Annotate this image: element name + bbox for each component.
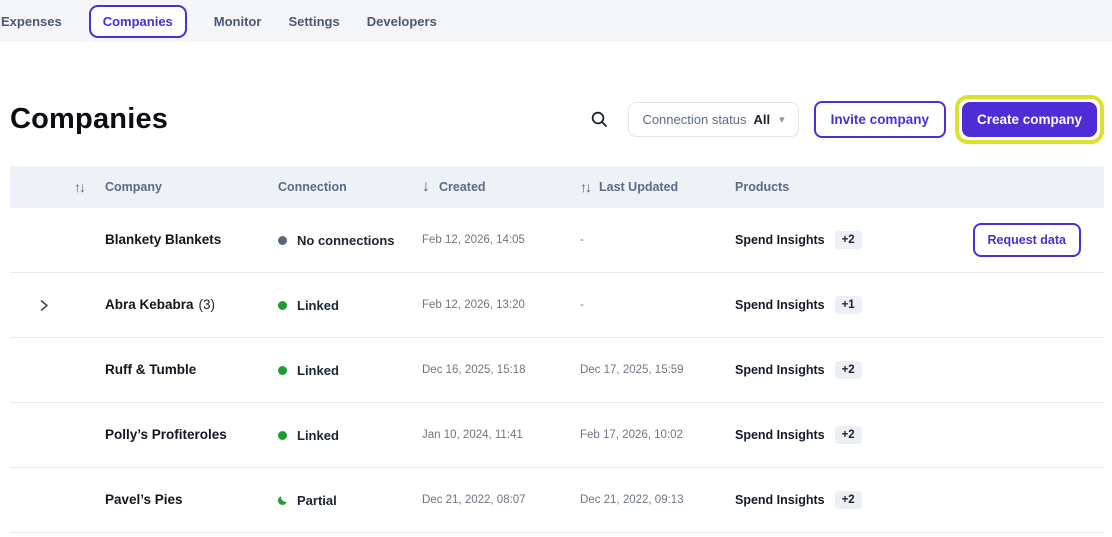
- company-cell: Ruff & Tumble: [105, 361, 278, 379]
- product-label: Spend Insights: [735, 428, 825, 442]
- product-label: Spend Insights: [735, 298, 825, 312]
- last-updated-date: -: [580, 299, 584, 311]
- page-content: Companies Connection status All ▾ Invite…: [0, 94, 1112, 533]
- sort-down-icon: ↓: [422, 178, 430, 195]
- connection-cell: Linked: [278, 298, 422, 313]
- column-header-last-updated[interactable]: ↑↓ Last Updated: [580, 179, 735, 195]
- top-nav: Expenses Companies Monitor Settings Develope…: [0, 0, 1112, 42]
- connection-status-icon: [278, 365, 287, 375]
- products-cell: Spend Insights +2: [735, 491, 925, 509]
- nav-tab-developers[interactable]: Developers: [367, 14, 437, 29]
- company-name: Blankety Blankets: [105, 232, 222, 247]
- sort-both-icon: ↑↓: [580, 179, 592, 195]
- header-controls: Connection status All ▾ Invite company C…: [589, 94, 1104, 144]
- nav-tab-settings[interactable]: Settings: [288, 14, 339, 29]
- products-count-badge: +1: [834, 296, 862, 314]
- request-data-button[interactable]: Request data: [972, 223, 1081, 257]
- company-name: Abra Kebabra: [105, 297, 194, 312]
- table-row[interactable]: Polly’s Profiteroles Linked Jan 10, 2024…: [10, 403, 1104, 468]
- products-cell: Spend Insights +2: [735, 361, 925, 379]
- connection-status-icon: [278, 235, 287, 245]
- column-header-products: Products: [735, 180, 790, 194]
- table-row[interactable]: Pavel’s Pies Partial Dec 21, 2022, 08:07…: [10, 468, 1104, 533]
- companies-table: ↑↓ Company Connection ↓ Created ↑↓ Last …: [10, 166, 1104, 533]
- action-cell: Request data: [925, 223, 1104, 257]
- sort-both-icon: ↑↓: [74, 179, 86, 195]
- page-title: Companies: [10, 102, 169, 135]
- products-count-badge: +2: [834, 231, 862, 249]
- highlight-ring: Create company: [954, 94, 1104, 144]
- company-cell: Pavel’s Pies: [105, 491, 278, 509]
- page-header: Companies Connection status All ▾ Invite…: [10, 94, 1104, 144]
- company-cell: Blankety Blankets: [105, 231, 278, 249]
- company-count: (3): [198, 297, 216, 312]
- chevron-down-icon: ▾: [779, 113, 785, 126]
- last-updated-date: Dec 21, 2022, 09:13: [580, 494, 684, 506]
- table-row[interactable]: Abra Kebabra (3) Linked Feb 12, 2026, 13:…: [10, 273, 1104, 338]
- products-cell: Spend Insights +1: [735, 296, 925, 314]
- connection-status-icon: [278, 300, 287, 310]
- invite-company-button[interactable]: Invite company: [813, 100, 946, 138]
- product-label: Spend Insights: [735, 233, 825, 247]
- company-name: Pavel’s Pies: [105, 492, 183, 507]
- column-header-company-sort[interactable]: ↑↓: [10, 179, 105, 195]
- connection-status-icon: [278, 491, 291, 505]
- filter-value: All: [753, 111, 771, 127]
- connection-status-label: Partial: [297, 492, 337, 508]
- table-row[interactable]: Blankety Blankets No connections Feb 12,…: [10, 208, 1104, 273]
- products-cell: Spend Insights +2: [735, 231, 925, 249]
- connection-status-label: No connections: [297, 232, 395, 248]
- table-body: Blankety Blankets No connections Feb 12,…: [10, 208, 1104, 533]
- products-cell: Spend Insights +2: [735, 426, 925, 444]
- last-updated-date: -: [580, 234, 584, 246]
- company-cell: Abra Kebabra (3): [105, 296, 278, 314]
- products-count-badge: +2: [834, 491, 862, 509]
- company-name: Polly’s Profiteroles: [105, 427, 227, 442]
- expand-chevron-icon[interactable]: [10, 298, 105, 313]
- column-header-company[interactable]: Company: [105, 180, 278, 194]
- table-row[interactable]: Ruff & Tumble Linked Dec 16, 2025, 15:18…: [10, 338, 1104, 403]
- connection-status-filter[interactable]: Connection status All ▾: [628, 101, 799, 137]
- company-cell: Polly’s Profiteroles: [105, 426, 278, 444]
- nav-tab-companies[interactable]: Companies: [88, 4, 187, 38]
- created-date: Feb 12, 2026, 14:05: [422, 234, 525, 246]
- connection-cell: Partial: [278, 491, 422, 508]
- create-company-button[interactable]: Create company: [961, 101, 1097, 137]
- last-updated-date: Feb 17, 2026, 10:02: [580, 429, 683, 441]
- filter-label: Connection status: [642, 111, 747, 127]
- connection-cell: Linked: [278, 363, 422, 378]
- created-date: Dec 16, 2025, 15:18: [422, 364, 526, 376]
- connection-cell: No connections: [278, 233, 422, 248]
- connection-cell: Linked: [278, 428, 422, 443]
- column-header-connection: Connection: [278, 180, 347, 194]
- search-icon[interactable]: [589, 109, 609, 129]
- connection-status-label: Linked: [297, 427, 339, 443]
- created-date: Jan 10, 2024, 11:41: [422, 429, 523, 441]
- created-date: Dec 21, 2022, 08:07: [422, 494, 526, 506]
- connection-status-label: Linked: [297, 297, 339, 313]
- company-name: Ruff & Tumble: [105, 362, 197, 377]
- connection-status-label: Linked: [297, 362, 339, 378]
- nav-tab-expenses[interactable]: Expenses: [1, 14, 62, 29]
- product-label: Spend Insights: [735, 363, 825, 377]
- product-label: Spend Insights: [735, 493, 825, 507]
- created-date: Feb 12, 2026, 13:20: [422, 299, 525, 311]
- last-updated-date: Dec 17, 2025, 15:59: [580, 364, 684, 376]
- nav-tab-monitor[interactable]: Monitor: [214, 14, 262, 29]
- products-count-badge: +2: [834, 426, 862, 444]
- column-header-created[interactable]: ↓ Created: [422, 178, 580, 196]
- table-header-row: ↑↓ Company Connection ↓ Created ↑↓ Last …: [10, 166, 1104, 208]
- products-count-badge: +2: [834, 361, 862, 379]
- connection-status-icon: [278, 430, 287, 440]
